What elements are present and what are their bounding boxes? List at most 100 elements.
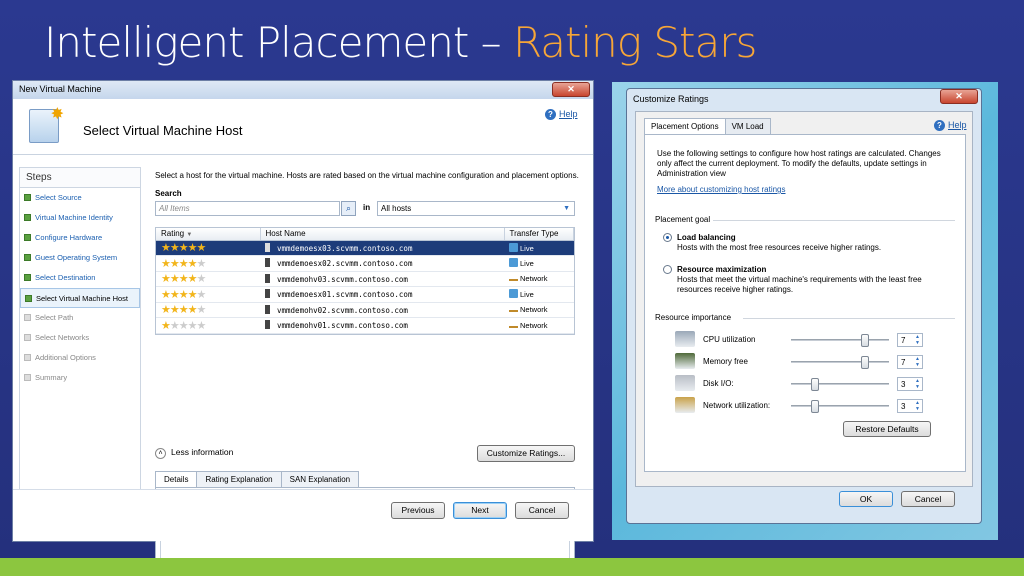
restore-defaults-button[interactable]: Restore Defaults <box>843 421 931 437</box>
column-transfer-type[interactable]: Transfer Type <box>504 228 574 241</box>
table-row[interactable]: ★★★★★ vmmdemohv02.scvmm.contoso.com Networ… <box>156 302 574 318</box>
spinner-arrows-icon[interactable]: ▲ ▼ <box>915 334 920 346</box>
help-link[interactable]: ? Help <box>545 109 578 120</box>
steps-header: Steps <box>20 168 140 188</box>
close-button[interactable]: ✕ <box>552 82 590 97</box>
help-link[interactable]: ? Help <box>934 120 967 131</box>
tab-rating-explanation[interactable]: Rating Explanation <box>196 471 282 487</box>
step-label: Select Source <box>35 193 82 202</box>
close-button[interactable]: ✕ <box>940 89 978 104</box>
live-migration-icon <box>509 258 518 268</box>
star-rating-icon: ★★★★★ <box>161 318 206 332</box>
spinner-arrows-icon[interactable]: ▲ ▼ <box>915 400 920 412</box>
step-item[interactable]: Select Virtual Machine Host <box>20 288 140 308</box>
server-icon <box>265 273 270 283</box>
page-title: Select Virtual Machine Host <box>83 123 243 138</box>
completed-step-icon <box>24 194 31 201</box>
cancel-button[interactable]: Cancel <box>515 502 569 519</box>
tab-vm-load[interactable]: VM Load <box>724 118 771 134</box>
dialog-titlebar: Customize Ratings ✕ <box>627 89 981 107</box>
spinner-arrows-icon[interactable]: ▲ ▼ <box>915 378 920 390</box>
host-name-cell: vmmdemoesx01.scvmm.contoso.com <box>260 286 504 303</box>
step-item[interactable]: Select Networks <box>20 328 140 348</box>
dialog-title: Customize Ratings <box>633 94 709 104</box>
tab-placement-options[interactable]: Placement Options <box>644 118 726 135</box>
step-item[interactable]: Select Source <box>20 188 140 208</box>
live-migration-icon <box>509 289 518 299</box>
customize-help-link[interactable]: More about customizing host ratings <box>657 185 786 194</box>
load-balancing-radio[interactable]: Load balancing Hosts with the most free r… <box>663 233 953 257</box>
completed-step-icon <box>25 295 32 302</box>
search-icon[interactable]: ⌕ <box>341 201 356 216</box>
column-rating[interactable]: Rating ▼ <box>156 228 261 241</box>
star-rating-icon: ★★★★★ <box>161 303 206 317</box>
transfer-type-cell: Network <box>504 317 574 334</box>
help-icon: ? <box>934 120 945 131</box>
step-item[interactable]: Select Path <box>20 308 140 328</box>
resource-maximization-radio[interactable]: Resource maximization Hosts that meet the… <box>663 265 953 297</box>
slider-thumb[interactable] <box>861 356 869 369</box>
slider-thumb[interactable] <box>811 400 819 413</box>
star-rating-icon: ★★★★★ <box>161 272 206 286</box>
placement-goal-section: Placement goal <box>655 215 955 224</box>
table-row[interactable]: ★★★★★ vmmdemoesx02.scvmm.contoso.com Live <box>156 255 574 272</box>
steps-panel: Steps Select Source Virtual Machine Ident… <box>19 167 141 535</box>
step-item[interactable]: Select Destination <box>20 268 140 288</box>
detail-tabs: Details Rating Explanation SAN Explanati… <box>155 471 360 488</box>
previous-button[interactable]: Previous <box>391 502 445 519</box>
less-info-toggle[interactable]: ˄ Less information <box>155 447 233 459</box>
importance-slider[interactable] <box>791 356 889 369</box>
radio-selected-icon <box>663 233 672 242</box>
table-row[interactable]: ★★★★★ vmmdemohv03.scvmm.contoso.com Networ… <box>156 271 574 287</box>
radio-unselected-icon <box>663 265 672 274</box>
table-row[interactable]: ★★★★★ vmmdemoesx03.scvmm.contoso.com Live <box>156 240 574 256</box>
search-label: Search <box>155 189 182 198</box>
customize-ratings-button[interactable]: Customize Ratings... <box>477 445 575 462</box>
server-icon <box>265 242 270 252</box>
transfer-type-cell: Live <box>504 240 574 256</box>
host-name-cell: vmmdemoesx02.scvmm.contoso.com <box>260 255 504 272</box>
vm-host-icon: ✸ <box>29 106 64 143</box>
column-host-name[interactable]: Host Name <box>260 228 505 241</box>
step-item[interactable]: Summary <box>20 368 140 388</box>
importance-spinner[interactable]: 7 ▲ ▼ <box>897 333 923 347</box>
rating-cell: ★★★★★ <box>156 271 260 287</box>
cancel-button[interactable]: Cancel <box>901 491 955 507</box>
step-label: Virtual Machine Identity <box>35 213 113 222</box>
spinner-arrows-icon[interactable]: ▲ ▼ <box>915 356 920 368</box>
tab-san-explanation[interactable]: SAN Explanation <box>280 471 360 487</box>
step-item[interactable]: Additional Options <box>20 348 140 368</box>
resource-label: Network utilization: <box>703 401 771 410</box>
tab-details[interactable]: Details <box>155 471 198 488</box>
step-label: Guest Operating System <box>35 253 118 262</box>
importance-slider[interactable] <box>791 378 889 391</box>
step-item[interactable]: Guest Operating System <box>20 248 140 268</box>
search-input[interactable]: All Items <box>155 201 340 216</box>
help-icon: ? <box>545 109 556 120</box>
host-scope-select[interactable]: All hosts ▼ <box>377 201 575 216</box>
step-label: Additional Options <box>35 353 96 362</box>
importance-spinner[interactable]: 7 ▲ ▼ <box>897 355 923 369</box>
placement-options-panel: Use the following settings to configure … <box>644 134 966 472</box>
resource-importance-section: Resource importance <box>655 313 955 322</box>
resource-label: Disk I/O: <box>703 379 734 388</box>
table-row[interactable]: ★★★★★ vmmdemoesx01.scvmm.contoso.com Live <box>156 286 574 303</box>
network-transfer-icon <box>509 275 518 282</box>
step-item[interactable]: Configure Hardware <box>20 228 140 248</box>
ok-button[interactable]: OK <box>839 491 893 507</box>
importance-slider[interactable] <box>791 400 889 413</box>
slider-thumb[interactable] <box>811 378 819 391</box>
importance-spinner[interactable]: 3 ▲ ▼ <box>897 377 923 391</box>
step-label: Select Virtual Machine Host <box>36 294 128 303</box>
resource-label: CPU utilization <box>703 335 756 344</box>
rating-cell: ★★★★★ <box>156 286 260 303</box>
resource-row: CPU utilization 7 ▲ ▼ <box>675 331 955 353</box>
importance-slider[interactable] <box>791 334 889 347</box>
importance-spinner[interactable]: 3 ▲ ▼ <box>897 399 923 413</box>
pending-step-icon <box>24 314 31 321</box>
slider-thumb[interactable] <box>861 334 869 347</box>
table-row[interactable]: ★★★★★ vmmdemohv01.scvmm.contoso.com Networ… <box>156 317 574 334</box>
step-item[interactable]: Virtual Machine Identity <box>20 208 140 228</box>
server-icon <box>265 258 270 268</box>
next-button[interactable]: Next <box>453 502 507 519</box>
